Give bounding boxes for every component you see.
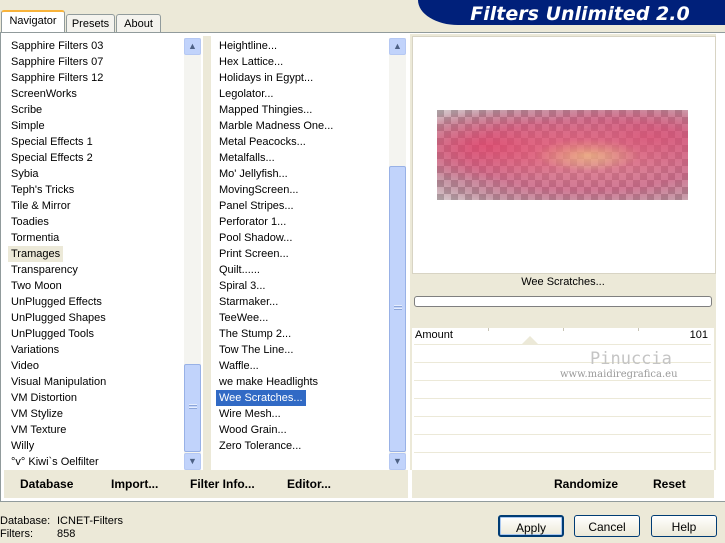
category-list-item[interactable]: Tile & Mirror — [8, 198, 186, 214]
filter-list-item[interactable]: The Stump 2... — [216, 326, 390, 342]
filter-scrollbar[interactable]: ▲ ▼ — [389, 38, 406, 470]
category-list-item[interactable]: UnPlugged Effects — [8, 294, 186, 310]
category-scrollbar[interactable]: ▲ ▼ — [184, 38, 201, 470]
filter-list-item[interactable]: Metal Peacocks... — [216, 134, 390, 150]
filter-list-item[interactable]: Starmaker... — [216, 294, 390, 310]
preview-image — [437, 110, 688, 200]
filter-list-item[interactable]: Zero Tolerance... — [216, 438, 390, 454]
filter-scroll-thumb[interactable] — [389, 166, 406, 452]
filter-list-item[interactable]: Metalfalls... — [216, 150, 390, 166]
filter-list-panel: Heightline... Hex Lattice... Holidays in E… — [212, 36, 408, 470]
filter-list-item[interactable]: Panel Stripes... — [216, 198, 390, 214]
category-list-item[interactable]: Transparency — [8, 262, 186, 278]
slider-thumb-icon[interactable] — [522, 336, 538, 344]
filter-list-item[interactable]: Pool Shadow... — [216, 230, 390, 246]
filter-name-label: Wee Scratches... — [521, 276, 605, 288]
filter-list-item[interactable]: Holidays in Egypt... — [216, 70, 390, 86]
category-list-item[interactable]: Special Effects 1 — [8, 134, 186, 150]
category-list-item[interactable]: Sapphire Filters 07 — [8, 54, 186, 70]
filter-list-item[interactable]: Waffle... — [216, 358, 390, 374]
watermark-url: www.maidiregrafica.eu — [560, 369, 678, 380]
category-list-item[interactable]: VM Texture — [8, 422, 186, 438]
help-button[interactable]: Help — [651, 515, 717, 537]
category-list: Sapphire Filters 03 Sapphire Filters 07 Sa… — [8, 38, 186, 470]
filter-list-item[interactable]: we make Headlights — [216, 374, 390, 390]
chevron-down-icon[interactable]: ▼ — [389, 453, 406, 470]
filter-list-item[interactable]: Legolator... — [216, 86, 390, 102]
tab-presets[interactable]: Presets — [66, 14, 115, 33]
filter-list: Heightline... Hex Lattice... Holidays in E… — [216, 38, 390, 470]
randomize-link[interactable]: Randomize — [554, 477, 618, 491]
category-list-item[interactable]: Variations — [8, 342, 186, 358]
category-list-item[interactable]: Tormentia — [8, 230, 186, 246]
filter-list-item[interactable]: Hex Lattice... — [216, 54, 390, 70]
database-status-value: ICNET-Filters — [57, 515, 123, 527]
watermark-name: Pinuccia — [590, 349, 672, 369]
filter-list-item[interactable]: Marble Madness One... — [216, 118, 390, 134]
filter-list-item[interactable]: Quilt...... — [216, 262, 390, 278]
editor-link[interactable]: Editor... — [287, 477, 331, 491]
filter-list-item[interactable]: Mapped Thingies... — [216, 102, 390, 118]
filters-status-label: Filters: — [0, 528, 33, 540]
chevron-up-icon[interactable]: ▲ — [184, 38, 201, 55]
apply-button[interactable]: Apply — [498, 515, 564, 537]
category-list-item[interactable]: Simple — [8, 118, 186, 134]
database-status-label: Database: — [0, 515, 51, 527]
category-list-item[interactable]: Video — [8, 358, 186, 374]
category-list-item[interactable]: VM Distortion — [8, 390, 186, 406]
category-list-item[interactable]: Tramages — [8, 246, 64, 262]
category-list-item[interactable]: Willy — [8, 438, 186, 454]
progress-bar — [414, 296, 712, 307]
category-list-item[interactable]: Sapphire Filters 12 — [8, 70, 186, 86]
filter-list-item[interactable]: Tow The Line... — [216, 342, 390, 358]
category-list-item[interactable]: Sapphire Filters 03 — [8, 38, 186, 54]
filter-list-item[interactable]: Wood Grain... — [216, 422, 390, 438]
category-list-item[interactable]: Teph's Tricks — [8, 182, 186, 198]
category-list-item[interactable]: ScreenWorks — [8, 86, 186, 102]
reset-link[interactable]: Reset — [653, 477, 686, 491]
filter-list-item[interactable]: Mo' Jellyfish... — [216, 166, 390, 182]
category-list-item[interactable]: Scribe — [8, 102, 186, 118]
category-list-item[interactable]: Sybia — [8, 166, 186, 182]
tab-about[interactable]: About — [116, 14, 161, 33]
category-list-item[interactable]: Special Effects 2 — [8, 150, 186, 166]
filter-list-item[interactable]: Wire Mesh... — [216, 406, 390, 422]
cancel-button[interactable]: Cancel — [574, 515, 640, 537]
filter-list-item[interactable]: Wee Scratches... — [216, 389, 307, 407]
tab-navigator[interactable]: Navigator — [1, 10, 65, 33]
category-list-item[interactable]: VM Stylize — [8, 406, 186, 422]
category-list-item[interactable]: Two Moon — [8, 278, 186, 294]
app-title: Filters Unlimited 2.0 — [470, 3, 690, 25]
category-list-panel: Sapphire Filters 03 Sapphire Filters 07 Sa… — [4, 36, 201, 470]
database-link[interactable]: Database — [20, 477, 73, 491]
filter-list-item[interactable]: Print Screen... — [216, 246, 390, 262]
category-scroll-thumb[interactable] — [184, 364, 201, 452]
import-link[interactable]: Import... — [111, 477, 158, 491]
filter-list-item[interactable]: Perforator 1... — [216, 214, 390, 230]
category-list-item[interactable]: Visual Manipulation — [8, 374, 186, 390]
filter-list-item[interactable]: Spiral 3... — [216, 278, 390, 294]
param-amount-slider[interactable] — [412, 328, 714, 344]
category-list-item[interactable]: UnPlugged Tools — [8, 326, 186, 342]
divider — [203, 36, 211, 470]
filter-list-item[interactable]: TeeWee... — [216, 310, 390, 326]
filter-info-link[interactable]: Filter Info... — [190, 477, 255, 491]
filters-status-value: 858 — [57, 528, 76, 540]
category-list-item[interactable]: °v° Kiwi`s Oelfilter — [8, 454, 186, 470]
filter-list-item[interactable]: Heightline... — [216, 38, 390, 54]
chevron-up-icon[interactable]: ▲ — [389, 38, 406, 55]
filter-list-item[interactable]: MovingScreen... — [216, 182, 390, 198]
category-list-item[interactable]: Toadies — [8, 214, 186, 230]
category-list-item[interactable]: UnPlugged Shapes — [8, 310, 186, 326]
chevron-down-icon[interactable]: ▼ — [184, 453, 201, 470]
